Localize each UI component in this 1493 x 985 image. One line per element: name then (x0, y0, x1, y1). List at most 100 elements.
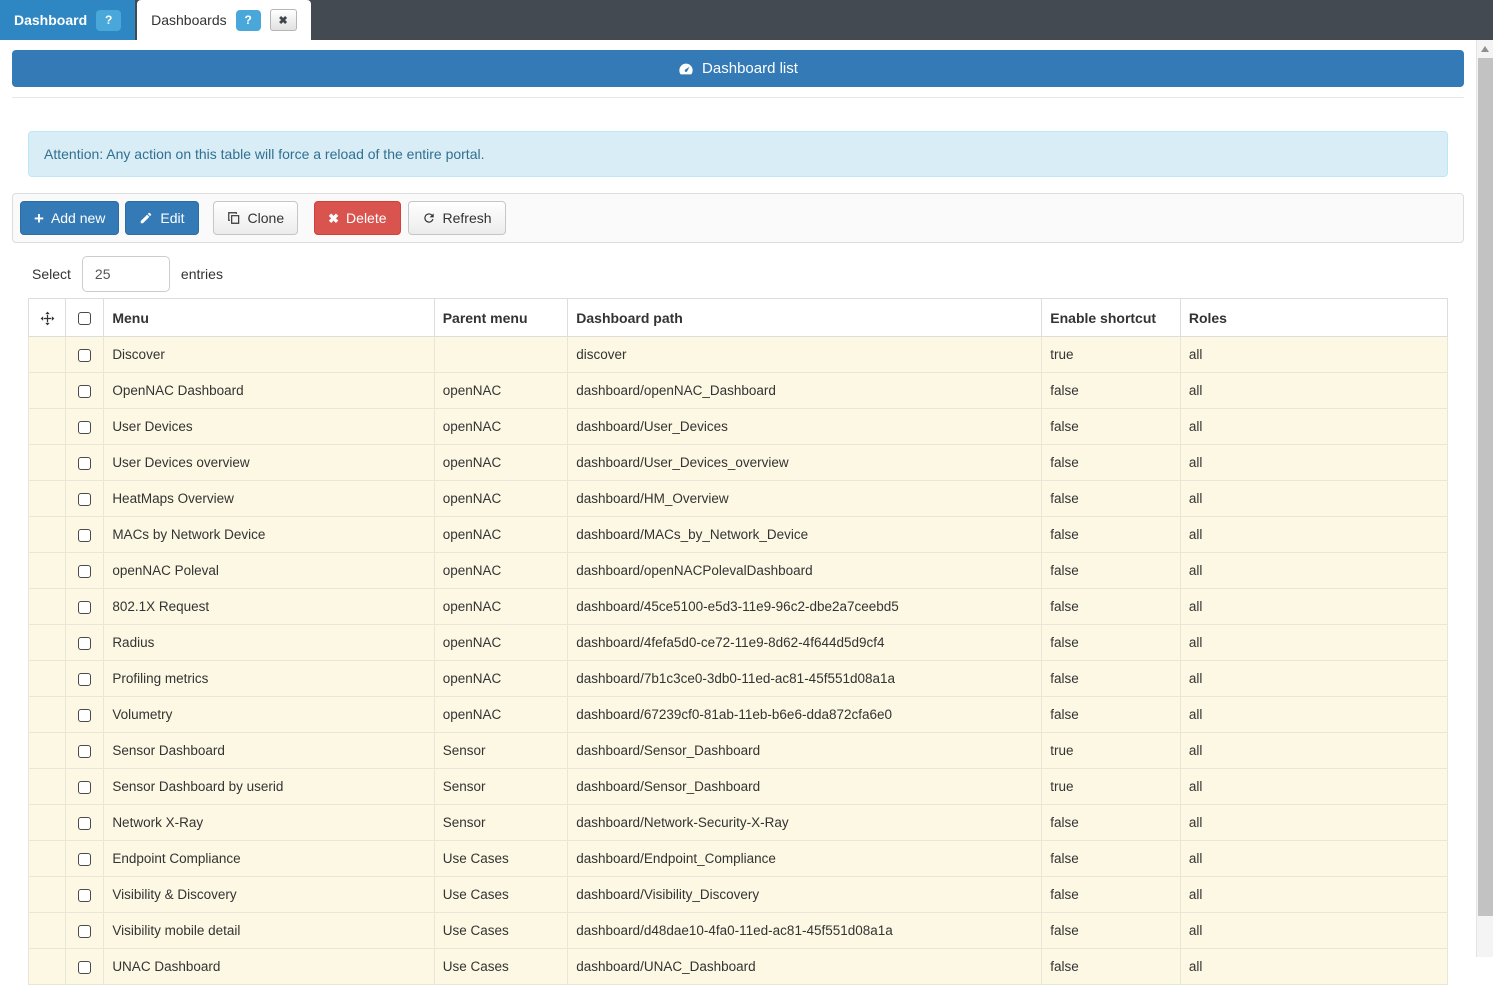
refresh-button[interactable]: Refresh (407, 201, 506, 235)
row-roles-cell: all (1179, 480, 1449, 517)
entries-count-input[interactable] (81, 256, 170, 292)
table-row[interactable]: Profiling metrics openNAC dashboard/7b1c… (27, 660, 1449, 697)
row-dashboard-path-cell: dashboard/7b1c3ce0-3db0-11ed-ac81-45f551… (567, 660, 1043, 697)
help-icon[interactable]: ? (235, 9, 261, 31)
delete-button[interactable]: ✖ Delete (314, 201, 401, 235)
help-icon[interactable]: ? (96, 9, 122, 31)
parent-menu-column-header[interactable]: Parent menu (433, 298, 569, 337)
select-all-checkbox[interactable] (78, 312, 92, 326)
row-parent-menu-cell: openNAC (433, 480, 569, 517)
edit-button[interactable]: Edit (125, 201, 199, 235)
vertical-scrollbar[interactable] (1476, 40, 1493, 957)
row-parent-menu-cell: openNAC (433, 588, 569, 625)
row-checkbox[interactable] (78, 564, 92, 578)
table-row[interactable]: Sensor Dashboard Sensor dashboard/Sensor… (27, 732, 1449, 769)
row-checkbox[interactable] (78, 384, 92, 398)
table-row[interactable]: HeatMaps Overview openNAC dashboard/HM_O… (27, 480, 1449, 517)
row-checkbox[interactable] (78, 744, 92, 758)
tab-dashboard[interactable]: Dashboard ? (0, 0, 136, 40)
row-drag-cell (27, 624, 67, 661)
table-row[interactable]: Discover discover true all (27, 336, 1449, 373)
table-row[interactable]: Radius openNAC dashboard/4fefa5d0-ce72-1… (27, 624, 1449, 661)
row-drag-cell (27, 696, 67, 733)
row-roles-cell: all (1179, 588, 1449, 625)
row-drag-cell (27, 876, 67, 913)
row-checkbox[interactable] (78, 708, 92, 722)
panel-header[interactable]: Dashboard list (12, 50, 1464, 87)
row-drag-cell (27, 660, 67, 697)
row-checkbox[interactable] (78, 600, 92, 614)
panel-title-text: Dashboard list (702, 60, 798, 77)
table-row[interactable]: Visibility mobile detail Use Cases dashb… (27, 912, 1449, 949)
row-menu-cell: User Devices overview (103, 444, 435, 481)
row-checkbox[interactable] (78, 924, 92, 938)
table-row[interactable]: openNAC Poleval openNAC dashboard/openNA… (27, 552, 1449, 589)
row-menu-cell: HeatMaps Overview (103, 480, 435, 517)
row-parent-menu-cell: openNAC (433, 444, 569, 481)
enable-shortcut-column-header[interactable]: Enable shortcut (1041, 298, 1181, 337)
table-row[interactable]: 802.1X Request openNAC dashboard/45ce510… (27, 588, 1449, 625)
clone-button[interactable]: Clone (212, 201, 299, 235)
tab-dashboard-label: Dashboard (14, 12, 88, 28)
row-checkbox[interactable] (78, 456, 92, 470)
row-dashboard-path-cell: dashboard/Endpoint_Compliance (567, 840, 1043, 877)
row-parent-menu-cell: openNAC (433, 372, 569, 409)
table-row[interactable]: MACs by Network Device openNAC dashboard… (27, 516, 1449, 553)
row-checkbox[interactable] (78, 420, 92, 434)
row-checkbox[interactable] (78, 636, 92, 650)
table-row[interactable]: User Devices overview openNAC dashboard/… (27, 444, 1449, 481)
row-checkbox[interactable] (78, 672, 92, 686)
table-row[interactable]: Visibility & Discovery Use Cases dashboa… (27, 876, 1449, 913)
row-checkbox[interactable] (78, 960, 92, 974)
row-checkbox-cell (65, 336, 105, 373)
roles-column-header[interactable]: Roles (1179, 298, 1449, 337)
row-menu-cell: OpenNAC Dashboard (103, 372, 435, 409)
row-checkbox[interactable] (78, 816, 92, 830)
row-checkbox-cell (65, 660, 105, 697)
table-row[interactable]: OpenNAC Dashboard openNAC dashboard/open… (27, 372, 1449, 409)
menu-column-header[interactable]: Menu (103, 298, 435, 337)
row-roles-cell: all (1179, 948, 1449, 985)
row-dashboard-path-cell: dashboard/Network-Security-X-Ray (567, 804, 1043, 841)
row-parent-menu-cell: Sensor (433, 768, 569, 805)
tab-strip: Dashboard ? Dashboards ? ✖ (0, 0, 1493, 40)
table-row[interactable]: Volumetry openNAC dashboard/67239cf0-81a… (27, 696, 1449, 733)
scrollbar-thumb[interactable] (1478, 58, 1493, 916)
row-checkbox[interactable] (78, 492, 92, 506)
row-checkbox-cell (65, 696, 105, 733)
tab-dashboards[interactable]: Dashboards ? ✖ (137, 0, 311, 40)
plus-icon: + (34, 208, 44, 228)
row-dashboard-path-cell: dashboard/67239cf0-81ab-11eb-b6e6-dda872… (567, 696, 1043, 733)
table-row[interactable]: Endpoint Compliance Use Cases dashboard/… (27, 840, 1449, 877)
row-enable-shortcut-cell: false (1041, 804, 1181, 841)
attention-alert-text: Attention: Any action on this table will… (44, 146, 485, 162)
row-checkbox[interactable] (78, 780, 92, 794)
row-checkbox[interactable] (78, 348, 92, 362)
table-row[interactable]: Sensor Dashboard by userid Sensor dashbo… (27, 768, 1449, 805)
row-drag-cell (27, 732, 67, 769)
row-checkbox[interactable] (78, 888, 92, 902)
row-menu-cell: Profiling metrics (103, 660, 435, 697)
table-row[interactable]: User Devices openNAC dashboard/User_Devi… (27, 408, 1449, 445)
table-row[interactable]: UNAC Dashboard Use Cases dashboard/UNAC_… (27, 948, 1449, 985)
row-dashboard-path-cell: dashboard/45ce5100-e5d3-11e9-96c2-dbe2a7… (567, 588, 1043, 625)
row-drag-cell (27, 336, 67, 373)
row-checkbox[interactable] (78, 852, 92, 866)
scrollbar-up-button[interactable] (1477, 40, 1493, 57)
dashboard-gauge-icon (679, 63, 693, 74)
row-checkbox[interactable] (78, 528, 92, 542)
add-new-button[interactable]: + Add new (20, 201, 120, 235)
close-icon[interactable]: ✖ (269, 9, 297, 31)
row-menu-cell: UNAC Dashboard (103, 948, 435, 985)
row-enable-shortcut-cell: false (1041, 696, 1181, 733)
row-enable-shortcut-cell: true (1041, 768, 1181, 805)
table-row[interactable]: Network X-Ray Sensor dashboard/Network-S… (27, 804, 1449, 841)
row-enable-shortcut-cell: false (1041, 912, 1181, 949)
row-dashboard-path-cell: dashboard/Sensor_Dashboard (567, 768, 1043, 805)
row-checkbox-cell (65, 948, 105, 985)
row-checkbox-cell (65, 444, 105, 481)
dashboard-path-column-header[interactable]: Dashboard path (567, 298, 1043, 337)
drag-column-header[interactable] (27, 298, 67, 337)
row-dashboard-path-cell: dashboard/MACs_by_Network_Device (567, 516, 1043, 553)
entries-label-after: entries (180, 266, 223, 282)
